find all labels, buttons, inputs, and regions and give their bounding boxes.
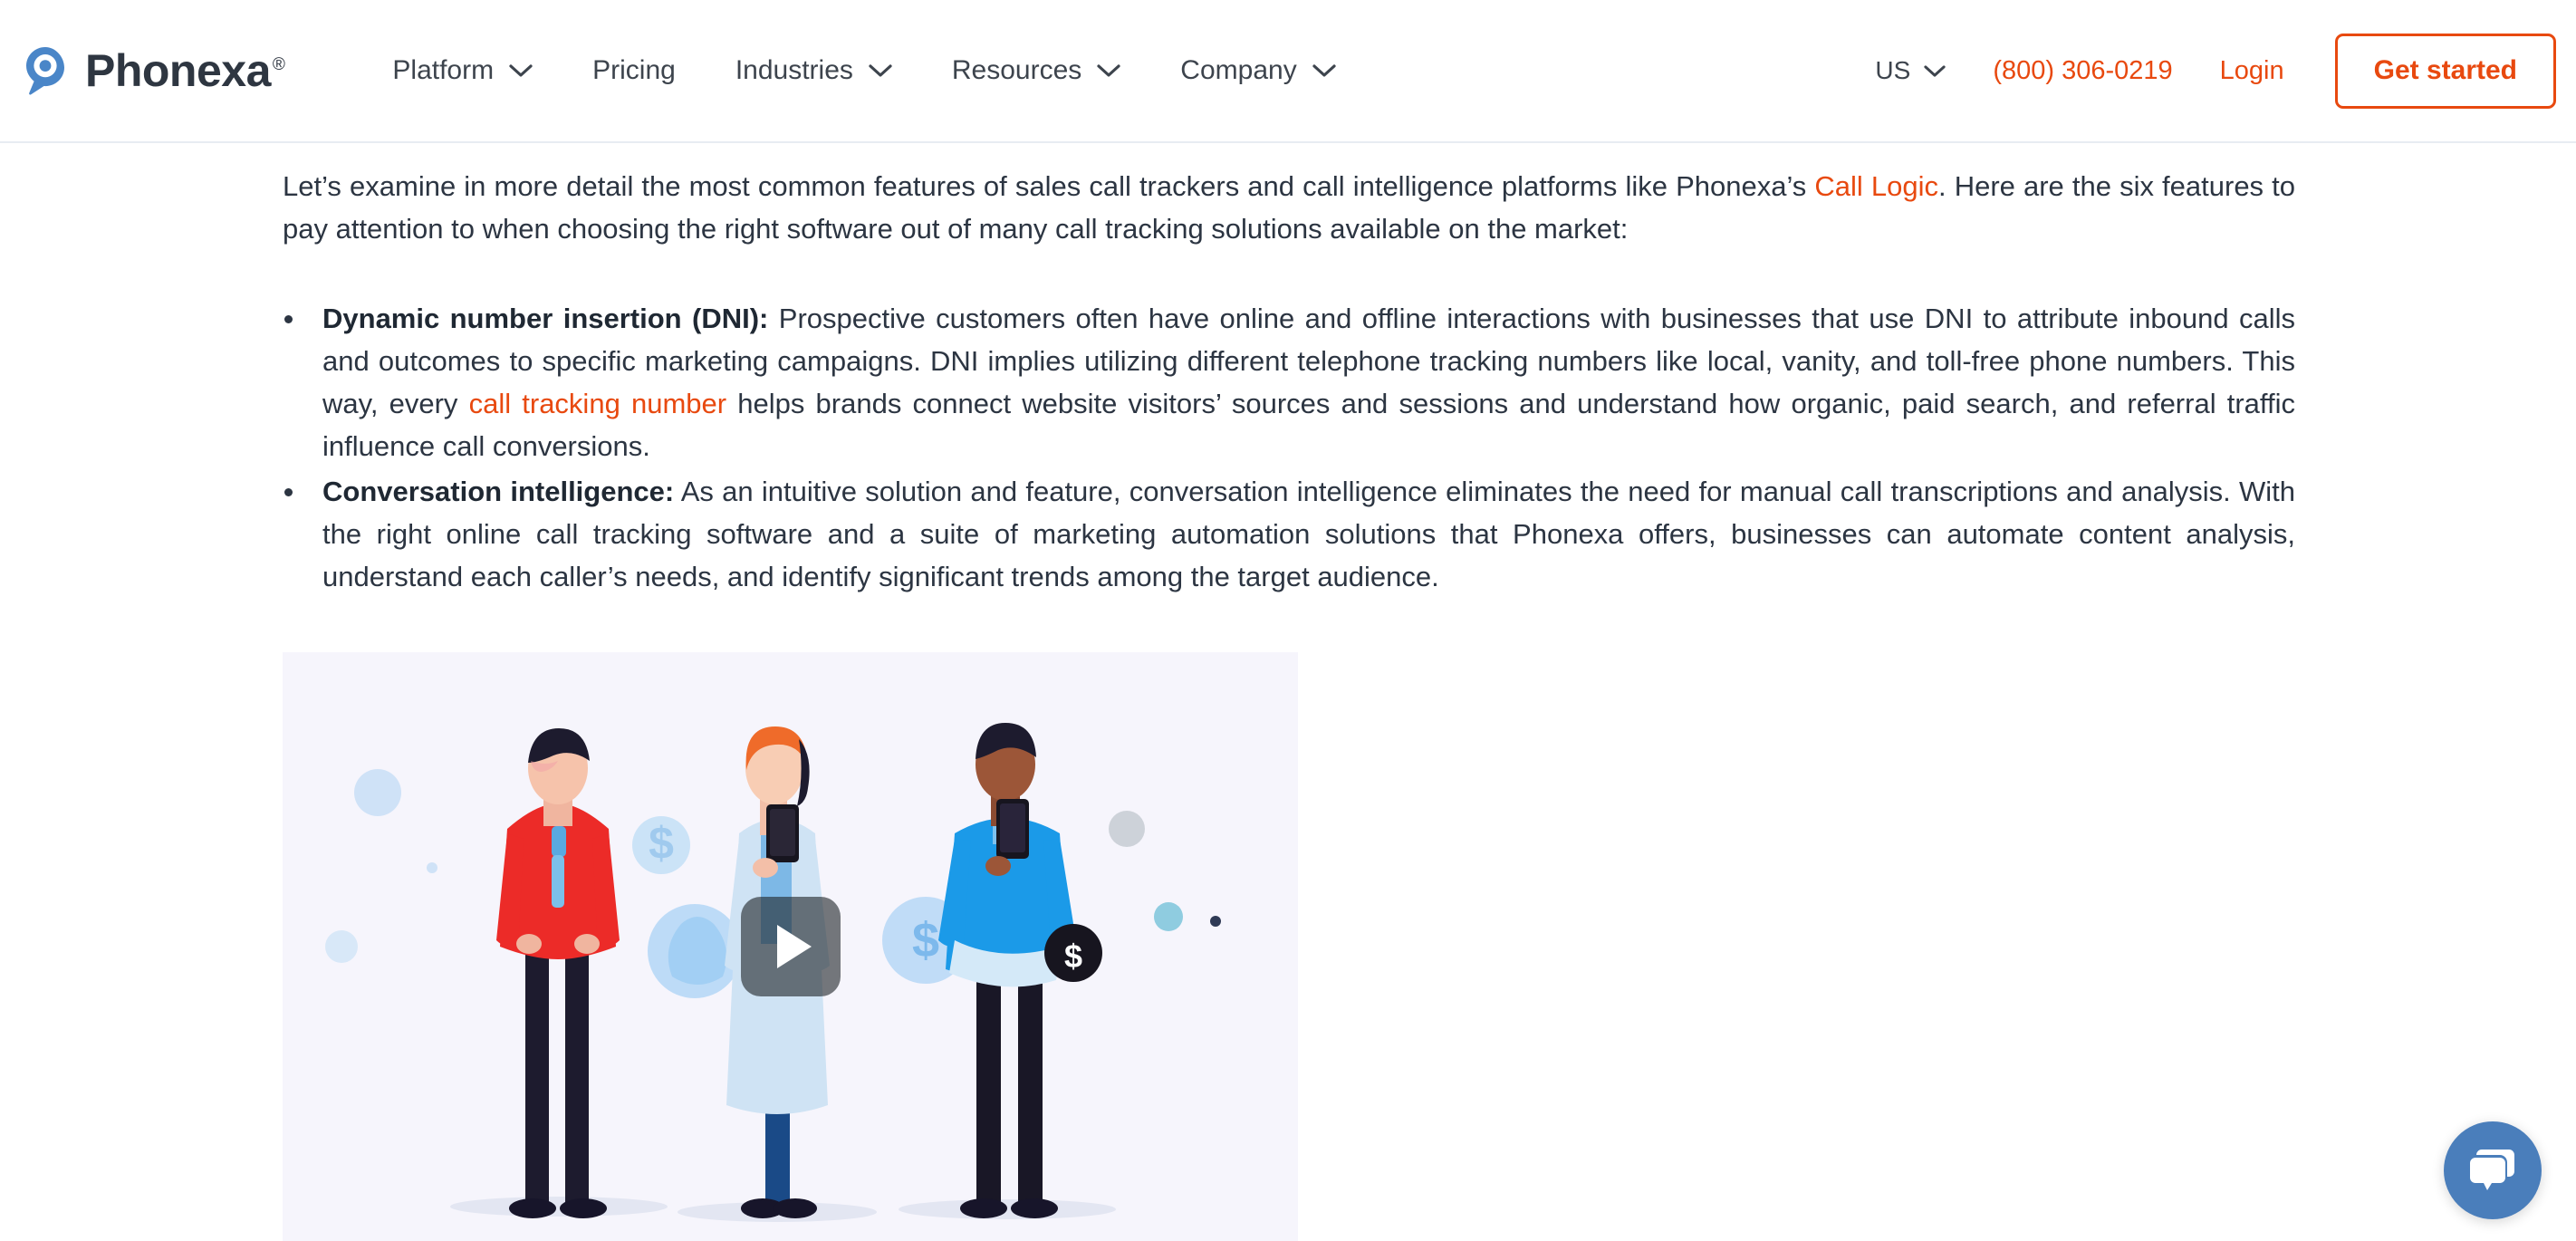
feature-lead: Conversation intelligence: (322, 476, 675, 507)
phone-link[interactable]: (800) 306-0219 (1993, 56, 2172, 86)
svg-text:$: $ (649, 818, 674, 869)
chevron-down-icon (509, 63, 533, 78)
chevron-down-icon (1312, 63, 1336, 78)
intro-paragraph: Let’s examine in more detail the most co… (283, 165, 2295, 250)
region-label: US (1875, 56, 1911, 84)
get-started-button[interactable]: Get started (2334, 33, 2556, 109)
nav-item-pricing[interactable]: Pricing (562, 55, 706, 86)
svg-text:$: $ (1064, 938, 1082, 975)
nav-item-platform[interactable]: Platform (362, 55, 562, 86)
video-player[interactable]: $ $ $ (283, 652, 1298, 1241)
list-item: Conversation intelligence: As an intuiti… (283, 470, 2295, 598)
main-navigation: Platform Pricing Industries Resources Co… (362, 55, 1365, 86)
feature-lead: Dynamic number insertion (DNI): (322, 303, 769, 334)
svg-text:$: $ (912, 913, 939, 967)
chat-widget-button[interactable] (2444, 1121, 2542, 1219)
feature-list: Dynamic number insertion (DNI): Prospect… (283, 297, 2295, 598)
nav-item-label: Pricing (592, 55, 676, 85)
logo-text: Phonexa ® (85, 45, 285, 96)
video-thumbnail-illustration: $ $ $ (283, 652, 1298, 1241)
chevron-down-icon (1924, 64, 1946, 78)
chat-bubbles-icon (2467, 1146, 2518, 1196)
logo[interactable]: Phonexa ® (20, 44, 285, 97)
nav-item-label: Platform (392, 55, 495, 85)
nav-item-company[interactable]: Company (1150, 55, 1365, 86)
registered-trademark-mark: ® (272, 55, 285, 75)
region-selector[interactable]: US (1875, 56, 1946, 85)
nav-item-label: Industries (735, 55, 853, 85)
nav-item-industries[interactable]: Industries (706, 55, 922, 86)
call-tracking-number-link[interactable]: call tracking number (469, 388, 727, 419)
list-item: Dynamic number insertion (DNI): Prospect… (283, 297, 2295, 467)
site-header: Phonexa ® Platform Pricing Industries Res… (0, 0, 2576, 143)
call-logic-link[interactable]: Call Logic (1814, 170, 1938, 202)
article-content: Let’s examine in more detail the most co… (283, 143, 2295, 601)
nav-item-resources[interactable]: Resources (922, 55, 1150, 86)
login-link[interactable]: Login (2220, 56, 2284, 86)
nav-item-label: Resources (951, 55, 1082, 85)
location-pin-chat-icon (20, 45, 71, 96)
header-actions: US (800) 306-0219 Login Get started (1875, 33, 2556, 109)
chevron-down-icon (869, 63, 892, 78)
nav-item-label: Company (1180, 55, 1297, 85)
chevron-down-icon (1097, 63, 1120, 78)
intro-text-before: Let’s examine in more detail the most co… (283, 170, 1815, 202)
